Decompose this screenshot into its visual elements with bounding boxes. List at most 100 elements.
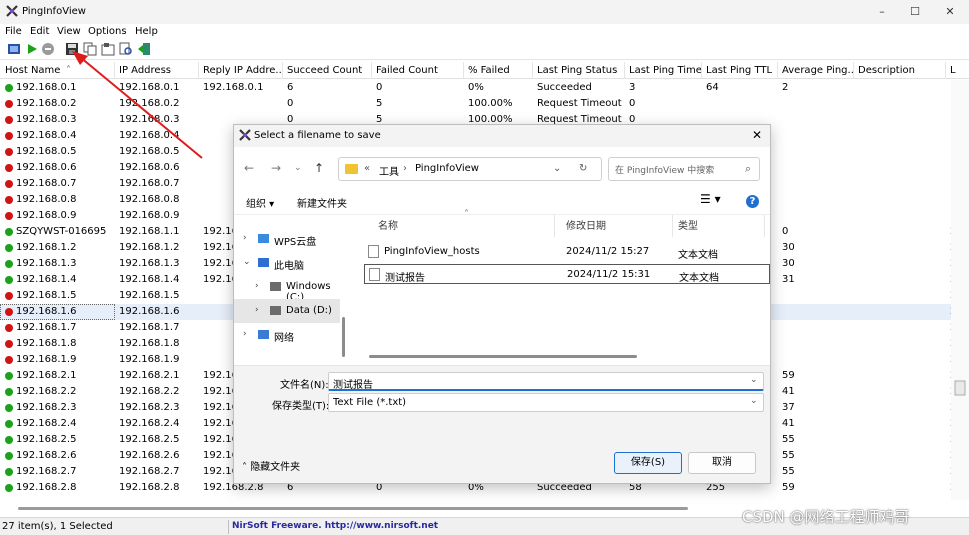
back-arrow-icon[interactable]: ←: [244, 161, 254, 175]
status-green-icon: [5, 404, 13, 412]
nirsoft-link[interactable]: NirSoft Freeware. http://www.nirsoft.net: [232, 521, 438, 531]
dialog-title: Select a filename to save: [254, 130, 381, 141]
col-last-ping-time[interactable]: Last Ping Time: [629, 65, 703, 76]
nav-item-label: 此电脑: [274, 261, 304, 272]
address-bar[interactable]: « 工具 › PingInfoView ⌄ ↻: [338, 157, 602, 181]
horizontal-scroll-thumb[interactable]: [18, 507, 688, 510]
menu-options[interactable]: Options: [88, 26, 127, 37]
file-type: 文本文档: [678, 250, 718, 261]
menu-help[interactable]: Help: [135, 26, 158, 37]
nav-item[interactable]: › Windows (C:): [234, 275, 340, 303]
menu-edit[interactable]: Edit: [30, 26, 49, 37]
file-col-name[interactable]: 名称: [378, 217, 398, 232]
find-icon[interactable]: [119, 42, 133, 56]
col-last-ping-status[interactable]: Last Ping Status: [537, 65, 625, 76]
close-window-icon[interactable]: ✕: [942, 4, 958, 20]
hide-folders-toggle[interactable]: ˄ 隐藏文件夹: [242, 458, 300, 473]
breadcrumb-pinginfoview[interactable]: PingInfoView: [415, 163, 479, 174]
file-col-type[interactable]: 类型: [678, 217, 698, 232]
search-box[interactable]: 在 PingInfoView 中搜索 ⌕: [608, 157, 760, 181]
recent-chevron-icon[interactable]: ⌄: [294, 163, 302, 173]
cell-host: 192.168.0.6: [16, 162, 77, 173]
filename-input[interactable]: 测试报告 ⌄: [328, 372, 764, 391]
chevron-icon[interactable]: ›: [243, 329, 247, 339]
exit-icon[interactable]: [137, 42, 151, 56]
col-last-ping-ttl[interactable]: Last Ping TTL: [706, 65, 778, 76]
status-green-icon: [5, 372, 13, 380]
filetype-dropdown-icon[interactable]: ⌄: [750, 396, 758, 406]
menu-file[interactable]: File: [5, 26, 22, 37]
chevron-icon[interactable]: ⌄: [243, 257, 251, 267]
properties-icon[interactable]: [101, 42, 115, 56]
breadcrumb-overflow[interactable]: «: [364, 163, 370, 174]
chevron-icon[interactable]: ›: [255, 281, 259, 291]
minimize-icon[interactable]: –: [874, 4, 890, 20]
file-row[interactable]: PingInfoView_hosts 2024/11/2 15:27 文本文档: [364, 242, 770, 262]
nav-item[interactable]: ⌄ 此电脑: [234, 251, 340, 275]
col-average-ping[interactable]: Average Ping...: [782, 65, 854, 76]
status-green-icon: [5, 484, 13, 492]
col-description[interactable]: Description: [858, 65, 944, 76]
breadcrumb-tools[interactable]: 工具: [379, 163, 399, 178]
status-red-icon: [5, 356, 13, 364]
col-host-name[interactable]: Host Name: [5, 65, 105, 76]
start-ping-icon[interactable]: [25, 42, 39, 56]
cell-avg: 55: [782, 434, 795, 445]
menu-view[interactable]: View: [57, 26, 81, 37]
vertical-scrollbar[interactable]: [951, 80, 969, 500]
file-col-date[interactable]: 修改日期: [566, 217, 606, 232]
cell-avg: 30: [782, 242, 795, 253]
copy-icon[interactable]: [83, 42, 97, 56]
organize-button[interactable]: 组织 ▾: [246, 195, 274, 210]
cancel-button[interactable]: 取消: [688, 452, 756, 474]
table-row[interactable]: 192.168.0.2 192.168.0.2 0 5 100.00% Request T…: [0, 96, 960, 112]
scroll-thumb[interactable]: [952, 380, 968, 396]
col-ip-address[interactable]: IP Address: [119, 65, 197, 76]
help-icon[interactable]: ?: [746, 195, 759, 208]
cell-pct: 100.00%: [468, 98, 513, 109]
nav-scrollbar[interactable]: [342, 217, 346, 357]
cell-reply: 192.168.0.1: [203, 82, 264, 93]
filetype-select[interactable]: Text File (*.txt) ⌄: [328, 393, 764, 412]
cell-avg: 30: [782, 258, 795, 269]
hide-folders-label: 隐藏文件夹: [250, 462, 301, 473]
nav-item[interactable]: › Data (D:): [234, 299, 340, 323]
forward-arrow-icon[interactable]: →: [271, 161, 281, 175]
stop-ping-icon[interactable]: [41, 42, 55, 56]
cell-ip: 192.168.0.3: [119, 114, 180, 125]
new-folder-button[interactable]: 新建文件夹: [297, 195, 347, 210]
cell-host: 192.168.1.7: [16, 322, 77, 333]
options-icon[interactable]: [7, 42, 21, 56]
cell-ip: 192.168.2.4: [119, 418, 180, 429]
filename-dropdown-icon[interactable]: ⌄: [750, 375, 758, 385]
refresh-icon[interactable]: ↻: [579, 163, 587, 174]
cell-last-time: 0: [629, 98, 636, 109]
maximize-icon[interactable]: ☐: [907, 4, 923, 20]
up-arrow-icon[interactable]: ↑: [314, 161, 324, 175]
dialog-close-icon[interactable]: ✕: [752, 128, 762, 142]
nav-item[interactable]: › WPS云盘: [234, 227, 340, 251]
status-green-icon: [5, 244, 13, 252]
status-green-icon: [5, 468, 13, 476]
table-row[interactable]: 192.168.0.1 192.168.0.1 192.168.0.1 6 0 0% Suc…: [0, 80, 960, 96]
col-succeed-count[interactable]: Succeed Count: [287, 65, 373, 76]
file-date: 2024/11/2 15:27: [566, 246, 650, 257]
col-failed-count[interactable]: Failed Count: [376, 65, 462, 76]
cell-avg: 55: [782, 450, 795, 461]
file-type: 文本文档: [679, 273, 719, 284]
save-button[interactable]: 保存(S): [614, 452, 682, 474]
col-percent-failed[interactable]: % Failed: [468, 65, 532, 76]
nav-item[interactable]: › 网络: [234, 323, 340, 347]
col-overflow[interactable]: L: [950, 65, 962, 76]
file-row[interactable]: 测试报告 2024/11/2 15:31 文本文档: [364, 264, 770, 284]
file-hscrollbar[interactable]: [369, 355, 769, 359]
address-dropdown-icon[interactable]: ⌄: [553, 163, 561, 174]
status-green-icon: [5, 84, 13, 92]
view-menu-icon[interactable]: ☰ ▾: [700, 192, 721, 206]
filename-label: 文件名(N):: [280, 380, 329, 391]
file-date: 2024/11/2 15:31: [567, 269, 651, 280]
col-reply-ip[interactable]: Reply IP Addre...: [203, 65, 281, 76]
save-icon[interactable]: [65, 42, 79, 56]
chevron-icon[interactable]: ›: [255, 305, 259, 315]
chevron-icon[interactable]: ›: [243, 233, 247, 243]
